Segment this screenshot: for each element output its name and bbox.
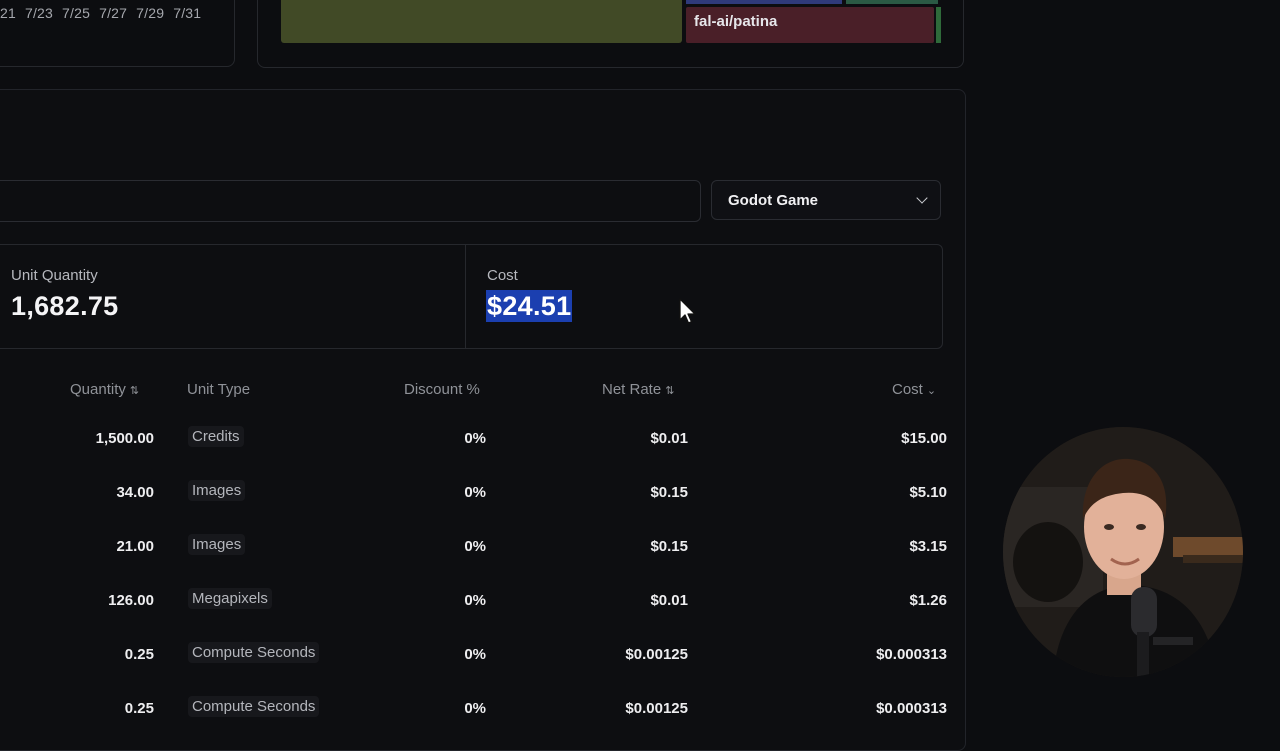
cell-net-rate: $0.01 bbox=[650, 430, 688, 447]
cell-cost: $0.000313 bbox=[876, 646, 947, 663]
header-label: Cost bbox=[892, 381, 923, 398]
chevron-down-icon: ⌄ bbox=[926, 385, 937, 397]
cell-net-rate: $0.15 bbox=[650, 484, 688, 501]
cell-quantity: 21.00 bbox=[116, 538, 154, 555]
cell-net-rate: $0.15 bbox=[650, 538, 688, 555]
project-select[interactable]: Godot Game bbox=[711, 180, 941, 220]
cell-discount: 0% bbox=[464, 484, 486, 501]
treemap-label: fal-ai/patina bbox=[694, 13, 778, 30]
column-header-unit-type[interactable]: Unit Type bbox=[187, 381, 250, 398]
cell-net-rate: $0.01 bbox=[650, 592, 688, 609]
cell-quantity: 0.25 bbox=[124, 700, 154, 717]
column-header-discount[interactable]: Discount % bbox=[404, 381, 480, 398]
header-label: Quantity bbox=[70, 381, 126, 398]
cell-cost: $5.10 bbox=[909, 484, 947, 501]
x-tick: 7/27 bbox=[99, 5, 128, 21]
selected-text: $24.51 bbox=[486, 290, 573, 322]
cell-unit-type: Compute Seconds bbox=[188, 696, 320, 717]
search-input[interactable] bbox=[0, 180, 701, 222]
sort-icon: ⇅ bbox=[129, 385, 140, 397]
unit-badge: Compute Seconds bbox=[188, 696, 320, 717]
cost-value[interactable]: $24.51 bbox=[486, 290, 573, 322]
mouse-cursor-icon bbox=[679, 298, 696, 324]
treemap-cell[interactable] bbox=[936, 7, 941, 43]
cell-discount: 0% bbox=[464, 592, 486, 609]
x-tick: 7/29 bbox=[136, 5, 165, 21]
treemap-cell[interactable] bbox=[846, 0, 938, 4]
column-header-net-rate[interactable]: Net Rate ⇅ bbox=[602, 381, 674, 398]
cell-discount: 0% bbox=[464, 646, 486, 663]
cell-unit-type: Compute Seconds bbox=[188, 642, 320, 663]
unit-quantity-value: 1,682.75 bbox=[11, 291, 119, 321]
summary-stats bbox=[0, 244, 943, 349]
cell-unit-type: Images bbox=[188, 480, 246, 501]
treemap-cell[interactable] bbox=[686, 0, 842, 4]
x-tick: 21 bbox=[0, 5, 16, 21]
cell-discount: 0% bbox=[464, 430, 486, 447]
cell-quantity: 0.25 bbox=[124, 646, 154, 663]
cell-net-rate: $0.00125 bbox=[625, 646, 688, 663]
cell-unit-type: Credits bbox=[188, 426, 244, 447]
cell-quantity: 34.00 bbox=[116, 484, 154, 501]
chevron-down-icon bbox=[916, 192, 928, 204]
unit-badge: Credits bbox=[188, 426, 244, 447]
cell-cost: $1.26 bbox=[909, 592, 947, 609]
cell-unit-type: Megapixels bbox=[188, 588, 272, 609]
cost-label: Cost bbox=[487, 267, 518, 284]
column-header-cost[interactable]: Cost ⌄ bbox=[892, 381, 936, 398]
sort-icon: ⇅ bbox=[665, 385, 675, 397]
unit-badge: Megapixels bbox=[188, 588, 272, 609]
cell-quantity: 126.00 bbox=[108, 592, 154, 609]
treemap-cell[interactable] bbox=[281, 0, 682, 43]
cell-cost: $0.000313 bbox=[876, 700, 947, 717]
unit-quantity-label: Unit Quantity bbox=[11, 267, 98, 284]
column-header-quantity[interactable]: Quantity ⇅ bbox=[70, 381, 139, 398]
cell-discount: 0% bbox=[464, 700, 486, 717]
x-tick: 7/31 bbox=[173, 5, 202, 21]
stats-divider bbox=[465, 244, 466, 348]
webcam-overlay bbox=[1003, 427, 1243, 677]
unit-badge: Images bbox=[188, 534, 246, 555]
presenter-video bbox=[1003, 427, 1243, 677]
cell-unit-type: Images bbox=[188, 534, 246, 555]
cell-discount: 0% bbox=[464, 538, 486, 555]
header-label: Net Rate bbox=[602, 381, 662, 398]
cell-cost: $3.15 bbox=[909, 538, 947, 555]
unit-badge: Images bbox=[188, 480, 246, 501]
cell-cost: $15.00 bbox=[901, 430, 947, 447]
cell-quantity: 1,500.00 bbox=[95, 430, 154, 447]
x-tick: 7/23 bbox=[24, 5, 54, 21]
project-select-value: Godot Game bbox=[728, 191, 819, 209]
x-tick: 7/25 bbox=[62, 5, 91, 21]
cell-net-rate: $0.00125 bbox=[625, 700, 688, 717]
unit-badge: Compute Seconds bbox=[188, 642, 320, 663]
chart-x-axis: 21 7/23 7/25 7/27 7/29 7/31 bbox=[0, 5, 210, 21]
